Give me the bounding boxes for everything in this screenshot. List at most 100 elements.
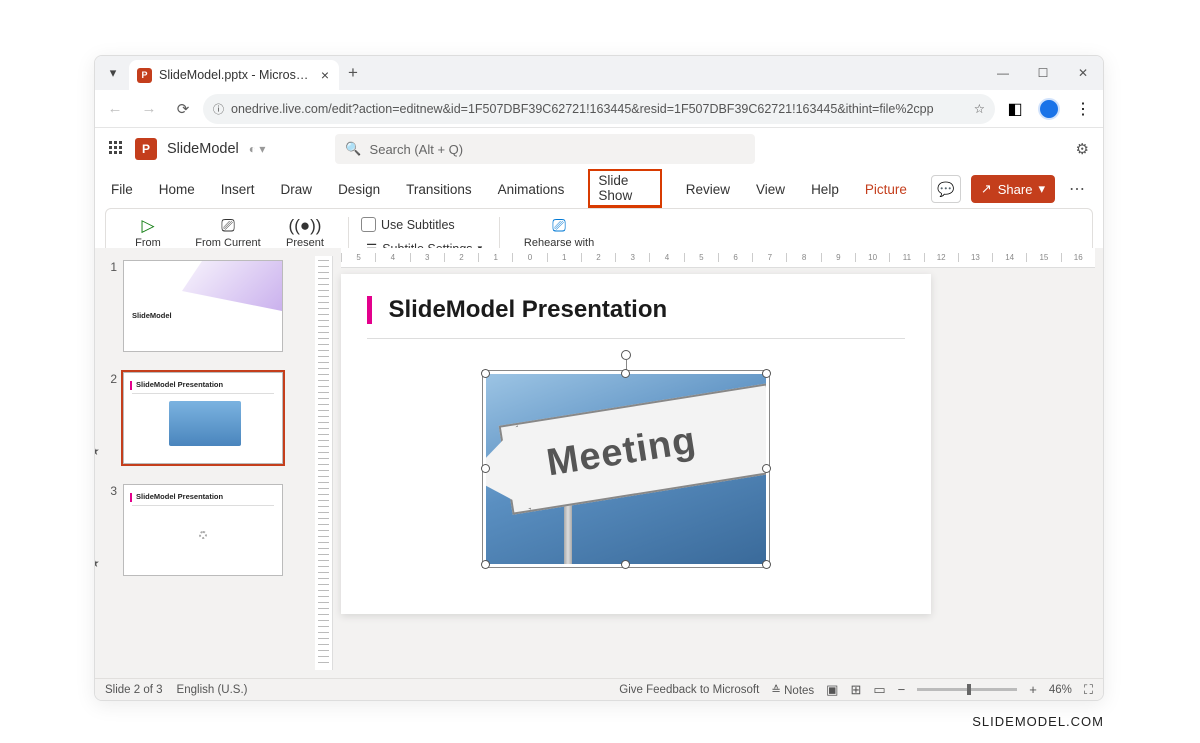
share-button[interactable]: ↗Share▾: [971, 175, 1055, 203]
tab-animations[interactable]: Animations: [496, 178, 567, 201]
thumbnail-2[interactable]: 2 ★ SlideModel Presentation: [105, 372, 305, 464]
app-launcher-icon[interactable]: [109, 141, 125, 157]
zoom-in-icon[interactable]: +: [1029, 682, 1037, 697]
resize-handle[interactable]: [481, 464, 490, 473]
slide-thumb[interactable]: SlideModel: [123, 260, 283, 352]
slide-canvas[interactable]: SlideModel Presentation Meeting: [341, 274, 931, 614]
fit-to-window-icon[interactable]: ⛶: [1084, 682, 1093, 698]
tab-review[interactable]: Review: [684, 178, 732, 201]
animation-star-icon: ★: [95, 444, 100, 458]
site-info-icon[interactable]: ⓘ: [213, 101, 224, 117]
resize-handle[interactable]: [762, 369, 771, 378]
new-tab-button[interactable]: +: [339, 63, 367, 83]
selected-image[interactable]: Meeting: [486, 374, 766, 564]
resize-handle[interactable]: [762, 560, 771, 569]
tab-insert[interactable]: Insert: [219, 178, 257, 201]
browser-menu-icon[interactable]: ⋮: [1069, 95, 1097, 123]
rotate-handle-icon[interactable]: [621, 350, 631, 360]
slide-number: 2: [105, 372, 117, 464]
status-bar: Slide 2 of 3 English (U.S.) Give Feedbac…: [95, 678, 1103, 700]
browser-address-bar: ← → ⟳ ⓘ onedrive.live.com/edit?action=ed…: [95, 90, 1103, 128]
ribbon-tabs: File Home Insert Draw Design Transitions…: [95, 170, 1103, 208]
chevron-down-icon: ▾: [1038, 181, 1045, 197]
slide-thumb[interactable]: SlideModel Presentation: [123, 484, 283, 576]
profile-avatar[interactable]: [1035, 95, 1063, 123]
checkbox-icon: [361, 217, 376, 232]
notes-toggle[interactable]: ≙ Notes: [771, 683, 814, 697]
play-from-start-icon: ▷: [141, 215, 154, 237]
feedback-link[interactable]: Give Feedback to Microsoft: [619, 684, 759, 696]
slide-counter[interactable]: Slide 2 of 3: [105, 684, 163, 696]
back-icon[interactable]: ←: [101, 95, 129, 123]
slide-number: 3: [105, 484, 117, 576]
broadcast-icon: ((●)): [289, 215, 322, 237]
tab-picture[interactable]: Picture: [863, 178, 909, 201]
zoom-out-icon[interactable]: −: [898, 682, 906, 697]
comments-icon[interactable]: 💬: [931, 175, 961, 203]
resize-handle[interactable]: [621, 560, 630, 569]
tab-draw[interactable]: Draw: [279, 178, 315, 201]
vertical-ruler: [315, 256, 333, 670]
resize-handle[interactable]: [481, 369, 490, 378]
accent-bar: [367, 296, 372, 324]
coach-icon: ⎚: [552, 215, 566, 237]
app-header: P SlideModel ◐ ▾ 🔍 Search (Alt + Q) ⚙: [95, 128, 1103, 170]
powerpoint-icon: P: [137, 68, 152, 83]
tab-design[interactable]: Design: [336, 178, 382, 201]
document-name[interactable]: SlideModel: [167, 141, 239, 157]
more-options-icon[interactable]: ⋯: [1065, 179, 1089, 199]
canvas-area: 54321012345678910111213141516 SlideModel…: [333, 248, 1103, 678]
slide-number: 1: [105, 260, 117, 352]
tab-transitions[interactable]: Transitions: [404, 178, 474, 201]
slideshow-view-icon[interactable]: ▭: [873, 682, 885, 698]
powerpoint-app-icon: P: [135, 138, 157, 160]
search-input[interactable]: 🔍 Search (Alt + Q): [335, 134, 755, 164]
slide-thumb[interactable]: SlideModel Presentation: [123, 372, 283, 464]
tab-file[interactable]: File: [109, 178, 135, 201]
tab-title: SlideModel.pptx - Microsoft Po: [159, 68, 314, 82]
minimize-icon[interactable]: —: [983, 56, 1023, 90]
workspace: 1 SlideModel 2 ★ SlideModel Presentation…: [95, 248, 1103, 678]
url-text: onedrive.live.com/edit?action=editnew&id…: [231, 102, 967, 116]
play-current-icon: ⎚: [221, 215, 235, 237]
language-indicator[interactable]: English (U.S.): [177, 684, 248, 696]
animation-star-icon: ★: [95, 556, 100, 570]
browser-tab[interactable]: P SlideModel.pptx - Microsoft Po ×: [129, 60, 339, 90]
tab-help[interactable]: Help: [809, 178, 841, 201]
close-icon[interactable]: ✕: [1063, 56, 1103, 90]
search-icon: 🔍: [345, 141, 361, 157]
settings-gear-icon[interactable]: ⚙: [1076, 140, 1089, 158]
use-subtitles-checkbox[interactable]: Use Subtitles: [361, 217, 487, 232]
resize-handle[interactable]: [621, 369, 630, 378]
browser-window: ▾ P SlideModel.pptx - Microsoft Po × + —…: [94, 55, 1104, 701]
slide-title[interactable]: SlideModel Presentation: [388, 296, 667, 324]
browser-tab-bar: ▾ P SlideModel.pptx - Microsoft Po × + —…: [95, 56, 1103, 90]
tab-view[interactable]: View: [754, 178, 787, 201]
forward-icon[interactable]: →: [135, 95, 163, 123]
watermark: SLIDEMODEL.COM: [972, 714, 1104, 729]
reload-icon[interactable]: ⟳: [169, 95, 197, 123]
side-panel-icon[interactable]: ◧: [1001, 95, 1029, 123]
share-icon: ↗: [981, 181, 992, 197]
saved-indicator-icon[interactable]: ◐ ▾: [249, 142, 266, 156]
bookmark-icon[interactable]: ☆: [974, 101, 985, 116]
normal-view-icon[interactable]: ▣: [826, 682, 838, 698]
resize-handle[interactable]: [481, 560, 490, 569]
slide-thumbnail-panel[interactable]: 1 SlideModel 2 ★ SlideModel Presentation…: [95, 248, 315, 678]
thumbnail-3[interactable]: 3 ★ SlideModel Presentation: [105, 484, 305, 576]
zoom-level[interactable]: 46%: [1049, 684, 1072, 696]
tab-slideshow[interactable]: Slide Show: [588, 169, 661, 209]
selection-outline: [482, 370, 770, 568]
divider: [367, 338, 905, 339]
resize-handle[interactable]: [762, 464, 771, 473]
maximize-icon[interactable]: ☐: [1023, 56, 1063, 90]
search-placeholder: Search (Alt + Q): [370, 142, 464, 157]
tab-home[interactable]: Home: [157, 178, 197, 201]
close-tab-icon[interactable]: ×: [321, 67, 329, 83]
zoom-slider[interactable]: [917, 688, 1017, 691]
thumbnail-1[interactable]: 1 SlideModel: [105, 260, 305, 352]
url-field[interactable]: ⓘ onedrive.live.com/edit?action=editnew&…: [203, 94, 995, 124]
tabs-menu-chevron-icon[interactable]: ▾: [103, 65, 123, 81]
sorter-view-icon[interactable]: ⊞: [850, 682, 861, 698]
horizontal-ruler: 54321012345678910111213141516: [341, 248, 1095, 268]
